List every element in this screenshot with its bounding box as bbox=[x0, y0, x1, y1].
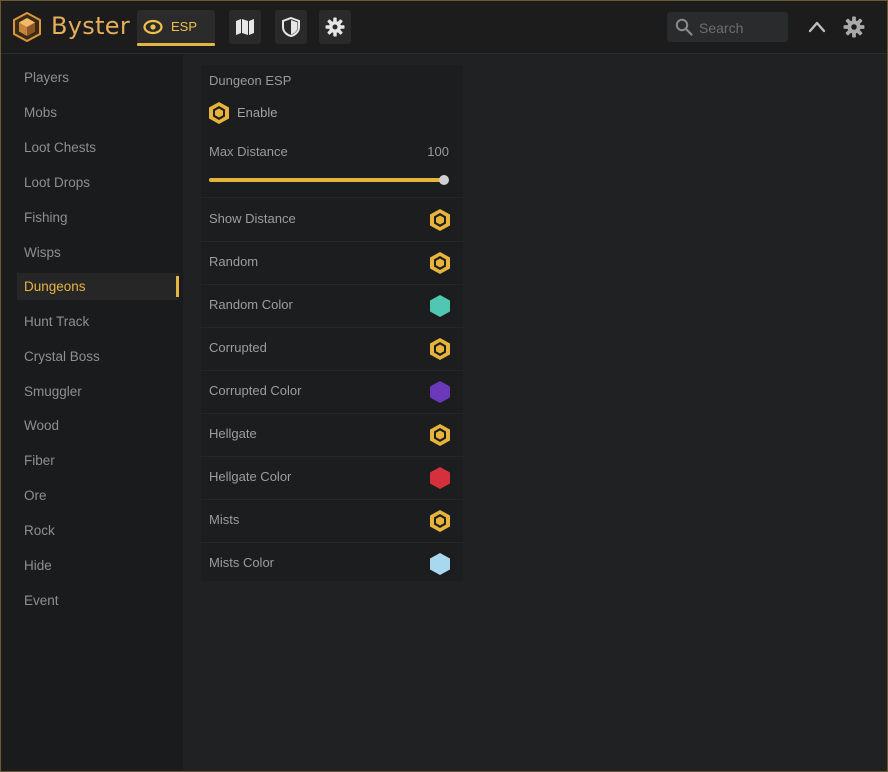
sidebar-item-label: Wood bbox=[24, 418, 60, 433]
color-swatch-hex-icon[interactable] bbox=[429, 294, 451, 318]
option-label: Show Distance bbox=[209, 211, 296, 226]
sidebar-item-rock[interactable]: Rock bbox=[17, 517, 179, 544]
option-label: Random bbox=[209, 254, 259, 269]
sidebar-item-label: Dungeons bbox=[24, 279, 86, 294]
sidebar-item-hunt-track[interactable]: Hunt Track bbox=[17, 308, 179, 335]
sidebar-item-label: Players bbox=[24, 70, 70, 85]
sidebar-item-players[interactable]: Players bbox=[17, 64, 179, 91]
active-tab-indicator bbox=[137, 43, 215, 46]
sidebar-item-wood[interactable]: Wood bbox=[17, 412, 179, 439]
option-label: Mists Color bbox=[209, 555, 275, 570]
byster-logo-icon bbox=[13, 12, 41, 42]
sidebar-item-label: Hide bbox=[24, 558, 52, 573]
sidebar-item-loot-chests[interactable]: Loot Chests bbox=[17, 134, 179, 161]
option-row-corrupted-color[interactable]: Corrupted Color bbox=[201, 370, 463, 413]
toggle-hex-icon[interactable] bbox=[429, 509, 451, 533]
collapse-caret-up-icon[interactable] bbox=[807, 17, 827, 37]
sidebar-item-label: Fiber bbox=[24, 453, 55, 468]
sidebar-item-label: Loot Drops bbox=[24, 175, 91, 190]
option-label: Mists bbox=[209, 512, 240, 527]
gear-icon bbox=[325, 17, 345, 37]
settings-gear-icon[interactable] bbox=[843, 16, 865, 38]
search-box[interactable] bbox=[667, 12, 788, 42]
option-row-hellgate[interactable]: Hellgate bbox=[201, 413, 463, 456]
sidebar-item-crystal-boss[interactable]: Crystal Boss bbox=[17, 343, 179, 370]
map-icon bbox=[236, 19, 254, 35]
max-distance-label: Max Distance bbox=[209, 144, 288, 159]
tab-esp[interactable]: ESP bbox=[137, 10, 215, 46]
enable-label: Enable bbox=[237, 105, 278, 120]
sidebar-item-label: Wisps bbox=[24, 245, 61, 260]
option-row-corrupted[interactable]: Corrupted bbox=[201, 327, 463, 370]
option-row-show-distance[interactable]: Show Distance bbox=[201, 198, 463, 241]
option-row-mists[interactable]: Mists bbox=[201, 499, 463, 542]
color-swatch-hex-icon[interactable] bbox=[429, 466, 451, 490]
sidebar-item-label: Ore bbox=[24, 488, 47, 503]
sidebar-item-dungeons[interactable]: Dungeons bbox=[17, 273, 179, 300]
option-label: Hellgate bbox=[209, 426, 257, 441]
tab-shield[interactable] bbox=[275, 10, 307, 44]
option-label: Corrupted bbox=[209, 340, 267, 355]
max-distance-slider[interactable] bbox=[209, 175, 449, 185]
enable-toggle[interactable] bbox=[208, 101, 230, 125]
sidebar-item-hide[interactable]: Hide bbox=[17, 552, 179, 579]
sidebar-item-fishing[interactable]: Fishing bbox=[17, 204, 179, 231]
slider-track bbox=[209, 178, 444, 182]
eye-icon bbox=[143, 19, 163, 35]
sidebar-item-label: Hunt Track bbox=[24, 314, 90, 329]
sidebar-item-wisps[interactable]: Wisps bbox=[17, 239, 179, 266]
option-label: Corrupted Color bbox=[209, 383, 302, 398]
sidebar-item-mobs[interactable]: Mobs bbox=[17, 99, 179, 126]
option-row-random[interactable]: Random bbox=[201, 241, 463, 284]
sidebar-item-smuggler[interactable]: Smuggler bbox=[17, 378, 179, 405]
search-input[interactable] bbox=[697, 18, 787, 38]
sidebar-item-event[interactable]: Event bbox=[17, 587, 179, 614]
panel-title: Dungeon ESP bbox=[209, 73, 292, 88]
option-row-random-color[interactable]: Random Color bbox=[201, 284, 463, 327]
shield-icon bbox=[282, 17, 300, 37]
sidebar-item-fiber[interactable]: Fiber bbox=[17, 447, 179, 474]
max-distance-value: 100 bbox=[427, 144, 449, 159]
color-swatch-hex-icon[interactable] bbox=[429, 552, 451, 576]
app-brand: Byster bbox=[51, 12, 131, 40]
sidebar-item-ore[interactable]: Ore bbox=[17, 482, 179, 509]
sidebar-item-label: Crystal Boss bbox=[24, 349, 100, 364]
color-swatch-hex-icon[interactable] bbox=[429, 380, 451, 404]
option-row-hellgate-color[interactable]: Hellgate Color bbox=[201, 456, 463, 499]
option-label: Hellgate Color bbox=[209, 469, 292, 484]
option-label: Random Color bbox=[209, 297, 293, 312]
sidebar-item-label: Mobs bbox=[24, 105, 58, 120]
toggle-hex-icon[interactable] bbox=[429, 423, 451, 447]
top-bar: Byster ESP bbox=[1, 1, 887, 54]
sidebar-item-loot-drops[interactable]: Loot Drops bbox=[17, 169, 179, 196]
tab-map[interactable] bbox=[229, 10, 261, 44]
sidebar-item-label: Fishing bbox=[24, 210, 68, 225]
slider-thumb[interactable] bbox=[439, 175, 449, 185]
sidebar-item-label: Loot Chests bbox=[24, 140, 97, 155]
toggle-hex-icon[interactable] bbox=[429, 337, 451, 361]
tab-settings[interactable] bbox=[319, 10, 351, 44]
active-item-indicator bbox=[176, 276, 179, 297]
sidebar: Players Mobs Loot Chests Loot Drops Fish… bbox=[1, 54, 183, 771]
tab-esp-label: ESP bbox=[171, 19, 198, 34]
sidebar-item-label: Smuggler bbox=[24, 384, 82, 399]
app-window: Byster ESP Search Players Mobs Loot Ches… bbox=[0, 0, 888, 772]
sidebar-item-label: Rock bbox=[24, 523, 55, 538]
sidebar-item-label: Event bbox=[24, 593, 59, 608]
toggle-hex-icon[interactable] bbox=[429, 251, 451, 275]
search-icon bbox=[675, 18, 693, 36]
toggle-hex-icon[interactable] bbox=[429, 208, 451, 232]
option-row-mists-color[interactable]: Mists Color bbox=[201, 542, 463, 585]
